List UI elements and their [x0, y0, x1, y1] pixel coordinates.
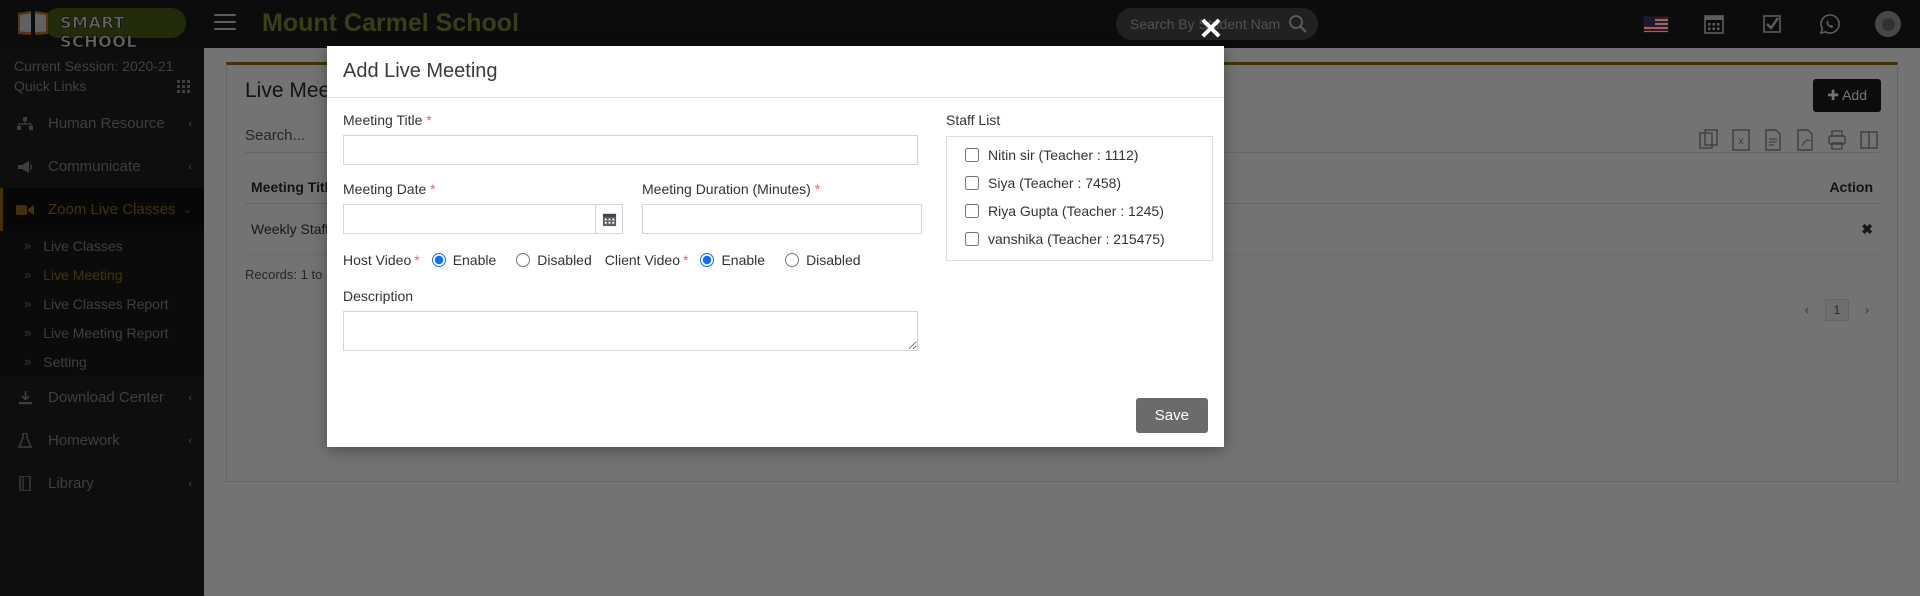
required-asterisk: * [683, 252, 689, 268]
meeting-title-label: Meeting Title * [343, 112, 928, 128]
calendar-picker-button[interactable] [595, 204, 623, 234]
client-video-label: Client Video [604, 252, 681, 268]
label-text: Meeting Title [343, 112, 423, 128]
app-root: SMART SCHOOL Mount Carmel School [0, 0, 1920, 596]
staff-list-item[interactable]: Siya (Teacher : 7458) [965, 175, 1212, 191]
modal-footer: Save [1135, 398, 1208, 433]
modal-body: Meeting Title * Meeting Date * Meeting D… [327, 98, 1224, 356]
staff-list-label: Staff List [946, 112, 1001, 128]
staff-name-label: vanshika (Teacher : 215475) [988, 231, 1165, 247]
host-video-disabled-radio[interactable]: Disabled [516, 252, 592, 268]
radio-label: Enable [452, 252, 497, 268]
meeting-date-input[interactable] [343, 204, 595, 234]
host-video-enable-input[interactable] [431, 253, 446, 267]
staff-checkbox[interactable] [965, 148, 979, 162]
required-asterisk: * [814, 181, 821, 197]
client-video-enable-input[interactable] [700, 253, 715, 267]
date-duration-row: Meeting Date * Meeting Duration (Minutes… [343, 181, 928, 234]
host-video-enable-radio[interactable]: Enable [431, 252, 497, 268]
required-asterisk: * [430, 181, 436, 197]
add-live-meeting-modal: Add Live Meeting Meeting Title * Meeting… [327, 46, 1224, 447]
modal-title: Add Live Meeting [343, 60, 498, 82]
host-video-label: Host Video [343, 252, 412, 268]
staff-checkbox[interactable] [965, 204, 979, 218]
description-textarea[interactable] [343, 311, 918, 351]
meeting-duration-label: Meeting Duration (Minutes) * [642, 181, 922, 197]
meeting-duration-group: Meeting Duration (Minutes) * [642, 181, 922, 234]
label-text: Meeting Date [343, 181, 427, 197]
staff-checkbox[interactable] [965, 176, 979, 190]
date-input-wrap [343, 204, 623, 234]
client-video-enable-radio[interactable]: Enable [700, 252, 765, 268]
required-asterisk: * [426, 112, 432, 128]
radio-label: Disabled [806, 252, 861, 268]
staff-name-label: Siya (Teacher : 7458) [988, 175, 1122, 191]
radio-label: Disabled [537, 252, 592, 268]
staff-list-item[interactable]: vanshika (Teacher : 215475) [965, 231, 1212, 247]
client-video-disabled-radio[interactable]: Disabled [785, 252, 861, 268]
calendar-icon [602, 213, 616, 226]
client-video-group: Client Video * Enable Disabled [605, 252, 861, 268]
staff-list-item[interactable]: Riya Gupta (Teacher : 1245) [965, 203, 1212, 219]
meeting-duration-input[interactable] [642, 204, 922, 234]
required-asterisk: * [414, 252, 420, 268]
save-button[interactable]: Save [1135, 398, 1208, 433]
host-video-disabled-input[interactable] [516, 253, 531, 267]
description-label: Description [343, 288, 414, 304]
close-icon[interactable]: ✕ [1196, 15, 1226, 46]
description-group: Description [343, 288, 928, 356]
meeting-date-label: Meeting Date * [343, 181, 623, 197]
label-text: Meeting Duration (Minutes) [642, 181, 811, 197]
video-options-row: Host Video * Enable Disabled Client Vide… [343, 252, 928, 268]
form-right-column: Staff List Nitin sir (Teacher : 1112) Si… [928, 112, 1213, 356]
staff-name-label: Riya Gupta (Teacher : 1245) [988, 203, 1164, 219]
meeting-title-input[interactable] [343, 135, 918, 165]
host-video-group: Host Video * Enable Disabled [343, 252, 592, 268]
staff-list-item[interactable]: Nitin sir (Teacher : 1112) [965, 147, 1212, 163]
staff-list-box: Nitin sir (Teacher : 1112) Siya (Teacher… [946, 136, 1213, 261]
staff-checkbox[interactable] [965, 232, 979, 246]
form-left-column: Meeting Title * Meeting Date * Meeting D… [343, 112, 928, 356]
client-video-disabled-input[interactable] [785, 253, 800, 267]
staff-name-label: Nitin sir (Teacher : 1112) [988, 147, 1139, 163]
radio-label: Enable [721, 252, 766, 268]
meeting-date-group: Meeting Date * [343, 181, 623, 234]
modal-header: Add Live Meeting [327, 46, 1224, 98]
